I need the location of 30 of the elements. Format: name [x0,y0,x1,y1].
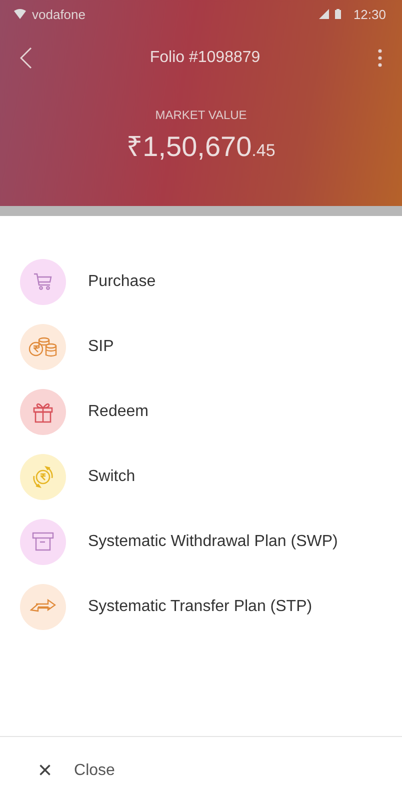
action-item[interactable]: Redeem [0,379,402,444]
action-label: Systematic Withdrawal Plan (SWP) [88,532,338,550]
more-icon [378,49,382,67]
rupee-exchange-icon [30,464,56,490]
back-icon [20,47,32,69]
action-label: Switch [88,468,136,486]
action-label: Systematic Transfer Plan (STP) [88,598,312,616]
market-value-label: MARKET VALUE [154,108,248,122]
folio-title: Folio #1098879 [150,49,260,67]
action-item[interactable]: Systematic Withdrawal Plan (SWP) [0,509,402,574]
coins-icon [28,336,58,358]
action-item[interactable]: Switch [0,444,402,509]
wifi-icon [14,9,26,19]
action-label: SIP [88,338,114,356]
carrier-name: vodafone [32,6,86,22]
close-button[interactable]: × Close [0,756,115,784]
cart-icon [33,272,53,290]
close-label: Close [74,762,115,780]
market-value-decimals: .45 [252,141,276,160]
close-icon: × [38,756,52,784]
market-value-amount: ₹1,50,670 [126,131,252,162]
action-label: Purchase [88,272,156,290]
action-item[interactable]: Purchase [0,249,402,314]
action-item[interactable]: SIP [0,314,402,379]
action-label: Redeem [88,402,148,420]
gift-icon [32,400,54,422]
battery-icon [335,9,342,19]
signal-icon [319,9,330,19]
status-time: 12:30 [353,6,386,22]
action-item[interactable]: Systematic Transfer Plan (STP) [0,574,402,639]
